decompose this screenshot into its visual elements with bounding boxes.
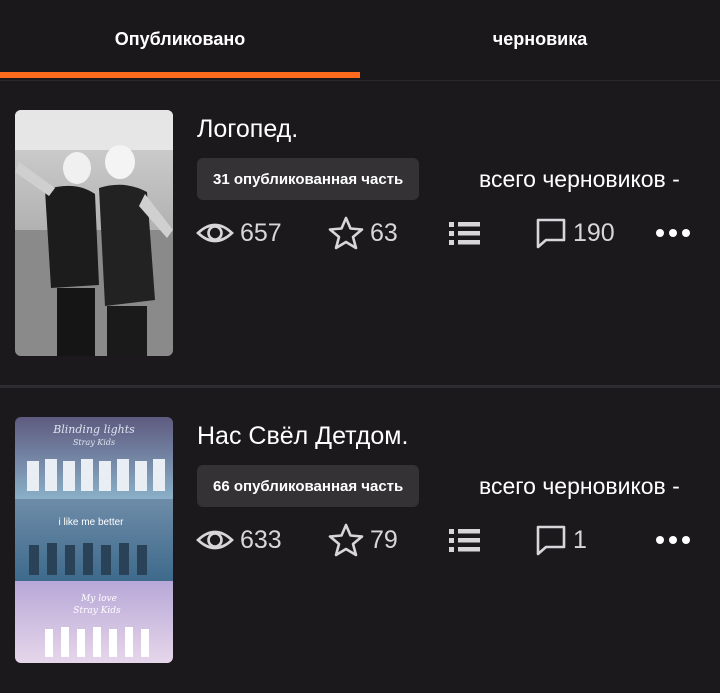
more-options-button[interactable] [655, 520, 691, 560]
votes-stat: 79 [328, 520, 398, 560]
story-cover-image[interactable]: Blinding lights Stray Kids i like me bet… [15, 417, 173, 663]
eye-icon [196, 223, 234, 243]
story-card[interactable]: Логопед. 31 опубликованная часть всего ч… [0, 81, 720, 386]
more-icon [656, 229, 690, 237]
published-parts-badge: 66 опубликованная часть [197, 465, 420, 507]
votes-count: 79 [370, 525, 398, 554]
comment-icon [536, 218, 566, 249]
views-stat: 657 [196, 213, 282, 253]
views-count: 657 [240, 218, 282, 247]
story-title[interactable]: Логопед. [197, 115, 298, 144]
cover-text: i like me better [58, 517, 124, 528]
comment-icon [536, 525, 566, 556]
reading-list-button[interactable] [449, 213, 481, 253]
star-icon [328, 216, 364, 250]
comments-count: 190 [573, 218, 615, 247]
eye-icon [196, 530, 234, 550]
cover-text: My love [80, 594, 117, 604]
votes-stat: 63 [328, 213, 398, 253]
story-cover-image[interactable] [15, 110, 173, 356]
comments-stat[interactable]: 1 [535, 520, 587, 560]
active-tab-indicator [0, 72, 360, 78]
list-icon [449, 222, 480, 245]
star-icon [328, 523, 364, 557]
votes-count: 63 [370, 218, 398, 247]
drafts-count: всего черновиков - [479, 166, 680, 192]
comments-stat[interactable]: 190 [535, 213, 615, 253]
tab-drafts[interactable]: черновика [360, 0, 720, 78]
cover-text: Stray Kids [73, 606, 121, 616]
tab-published[interactable]: Опубликовано [0, 0, 360, 78]
tab-bar: Опубликовано черновика [0, 0, 720, 81]
comments-count: 1 [573, 525, 587, 554]
drafts-count: всего черновиков - [479, 473, 680, 499]
reading-list-button[interactable] [449, 520, 481, 560]
published-parts-badge: 31 опубликованная часть [197, 158, 420, 200]
cover-text: Blinding lights [52, 423, 135, 436]
more-icon [656, 536, 690, 544]
views-count: 633 [240, 525, 282, 554]
story-card[interactable]: Blinding lights Stray Kids i like me bet… [0, 388, 720, 693]
views-stat: 633 [196, 520, 282, 560]
list-icon [449, 529, 480, 552]
story-title[interactable]: Нас Свёл Детдом. [197, 422, 408, 451]
more-options-button[interactable] [655, 213, 691, 253]
cover-text: Stray Kids [73, 438, 115, 447]
